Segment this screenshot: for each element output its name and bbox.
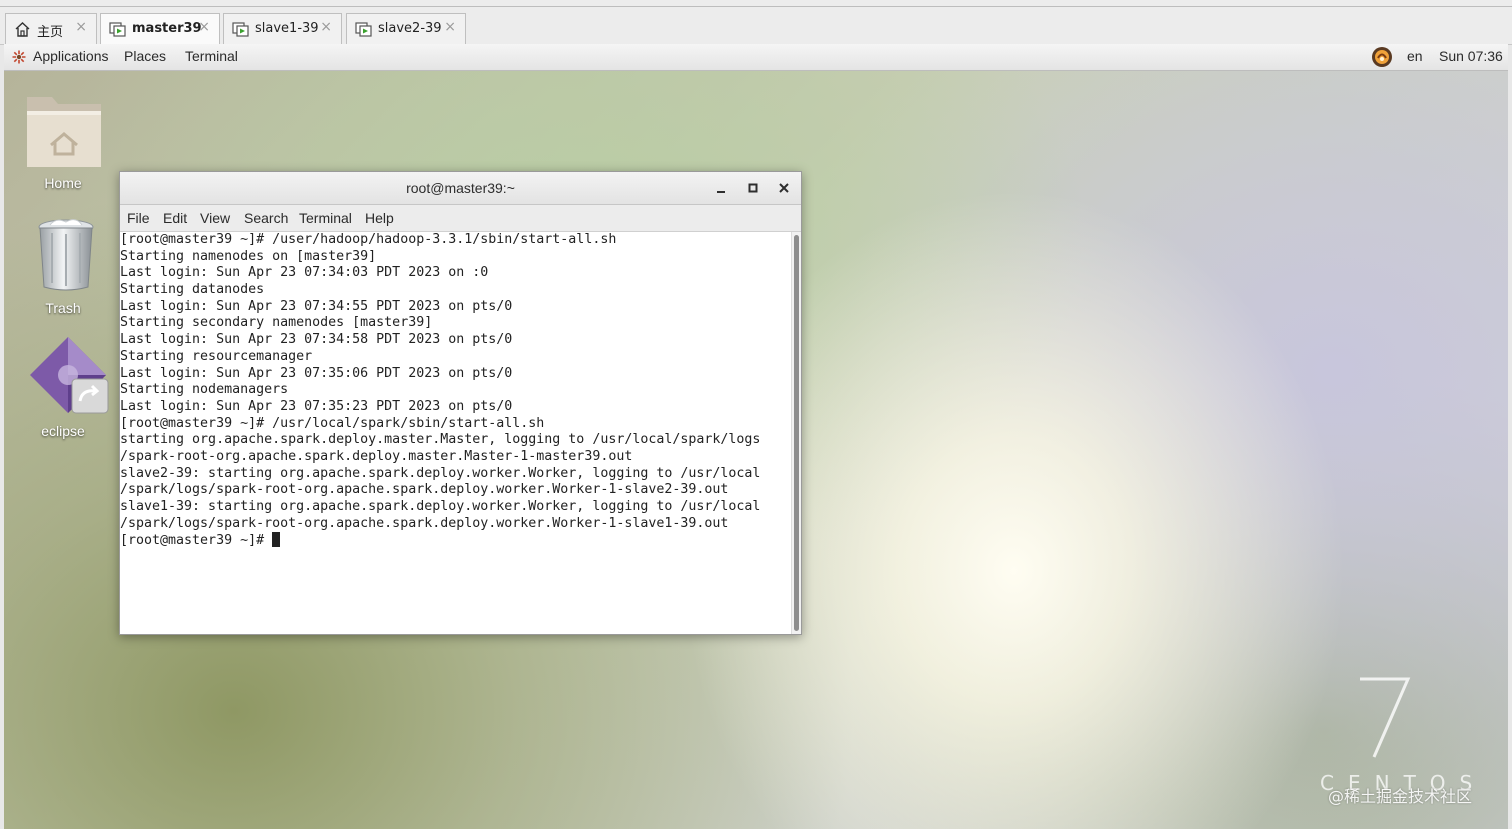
maximize-icon[interactable] xyxy=(745,180,761,196)
places-menu[interactable]: Places xyxy=(124,48,166,64)
terminal-line: [root@master39 ~]# /usr/local/spark/sbin… xyxy=(120,415,545,431)
tab-slave2-39[interactable]: slave2-39 × xyxy=(346,13,466,44)
input-method-icon[interactable] xyxy=(1371,46,1393,68)
centos-seven-mark xyxy=(1360,677,1411,758)
terminal-line: Starting resourcemanager xyxy=(120,348,313,364)
text-cursor xyxy=(272,532,281,548)
terminal-output[interactable]: [root@master39 ~]# /user/hadoop/hadoop-3… xyxy=(120,232,790,634)
tab-bar-divider xyxy=(0,6,1512,7)
home-folder-icon xyxy=(27,97,101,167)
menu-view[interactable]: View xyxy=(200,210,230,226)
menu-help[interactable]: Help xyxy=(365,210,394,226)
terminal-line: Starting secondary namenodes [master39] xyxy=(120,315,433,331)
minimize-icon[interactable] xyxy=(713,180,729,196)
tab-label: master39 xyxy=(132,21,202,36)
terminal-line: Last login: Sun Apr 23 07:35:06 PDT 2023… xyxy=(120,365,513,381)
terminal-app-menu[interactable]: Terminal xyxy=(185,48,238,64)
tab-label: 主页 xyxy=(37,25,64,40)
window-title: root@master39:~ xyxy=(406,180,515,196)
desktop-icon-label: eclipse xyxy=(41,423,85,439)
desktop-icon-eclipse[interactable]: eclipse xyxy=(8,335,118,443)
applications-icon xyxy=(12,50,26,64)
terminal-window[interactable]: root@master39:~ File Edit View Search Te… xyxy=(119,171,802,635)
terminal-prompt-line[interactable]: [root@master39 ~]# xyxy=(120,532,790,549)
menu-search[interactable]: Search xyxy=(244,210,288,226)
close-icon[interactable]: × xyxy=(320,19,332,35)
terminal-line: Last login: Sun Apr 23 07:35:23 PDT 2023… xyxy=(120,398,513,414)
terminal-line: slave2-39: starting org.apache.spark.dep… xyxy=(120,465,761,481)
terminal-line: Last login: Sun Apr 23 07:34:55 PDT 2023… xyxy=(120,298,513,314)
menu-file[interactable]: File xyxy=(127,210,150,226)
menu-terminal[interactable]: Terminal xyxy=(299,210,352,226)
terminal-line: [root@master39 ~]# /user/hadoop/hadoop-3… xyxy=(120,232,617,247)
terminal-line: Starting nodemanagers xyxy=(120,382,289,398)
tab-slave1-39[interactable]: slave1-39 × xyxy=(223,13,342,44)
language-indicator[interactable]: en xyxy=(1407,48,1423,64)
desktop-icon-label: Home xyxy=(44,175,82,191)
eclipse-launcher-icon xyxy=(30,337,109,414)
terminal-prompt: [root@master39 ~]# xyxy=(120,533,273,549)
watermark: @稀土掘金技术社区 xyxy=(1328,787,1473,806)
tab-master39[interactable]: master39 × xyxy=(100,13,220,45)
vm-tab-bar: 主页 × master39 × slave1-39 × slave2-39 × xyxy=(0,0,1512,45)
terminal-line: Last login: Sun Apr 23 07:34:58 PDT 2023… xyxy=(120,332,513,348)
vm-icon xyxy=(355,22,372,37)
close-icon[interactable]: × xyxy=(444,19,456,35)
close-icon[interactable]: × xyxy=(75,19,87,35)
top-panel: Applications Places Terminal en Sun 07:3… xyxy=(4,44,1508,71)
vm-icon xyxy=(232,22,249,37)
desktop-icon-label: Trash xyxy=(45,300,81,316)
terminal-scrollbar[interactable] xyxy=(791,232,801,634)
desktop-icon-home[interactable]: Home xyxy=(8,89,118,199)
home-icon xyxy=(15,22,30,37)
tab-home[interactable]: 主页 × xyxy=(5,13,97,44)
tab-label: slave2-39 xyxy=(378,21,442,36)
tab-label: slave1-39 xyxy=(255,21,319,36)
terminal-titlebar[interactable]: root@master39:~ xyxy=(120,172,801,205)
scrollbar-thumb[interactable] xyxy=(794,235,799,631)
terminal-line: starting org.apache.spark.deploy.master.… xyxy=(120,432,761,448)
close-icon[interactable]: × xyxy=(198,19,210,35)
terminal-line: Starting namenodes on [master39] xyxy=(120,248,377,264)
terminal-line: /spark/logs/spark-root-org.apache.spark.… xyxy=(120,515,729,531)
terminal-menubar: File Edit View Search Terminal Help xyxy=(120,205,801,232)
terminal-line: Starting datanodes xyxy=(120,282,265,298)
terminal-line: slave1-39: starting org.apache.spark.dep… xyxy=(120,499,761,514)
desktop-icon-trash[interactable]: Trash xyxy=(8,217,118,321)
clock[interactable]: Sun 07:36 xyxy=(1439,48,1503,64)
terminal-line: /spark-root-org.apache.spark.deploy.mast… xyxy=(120,448,633,464)
vm-icon xyxy=(109,22,126,37)
close-icon[interactable] xyxy=(776,180,792,196)
terminal-line: Last login: Sun Apr 23 07:34:03 PDT 2023… xyxy=(120,265,489,281)
trash-icon xyxy=(38,219,94,291)
applications-menu[interactable]: Applications xyxy=(33,48,109,64)
menu-edit[interactable]: Edit xyxy=(163,210,187,226)
terminal-line: /spark/logs/spark-root-org.apache.spark.… xyxy=(120,482,729,498)
